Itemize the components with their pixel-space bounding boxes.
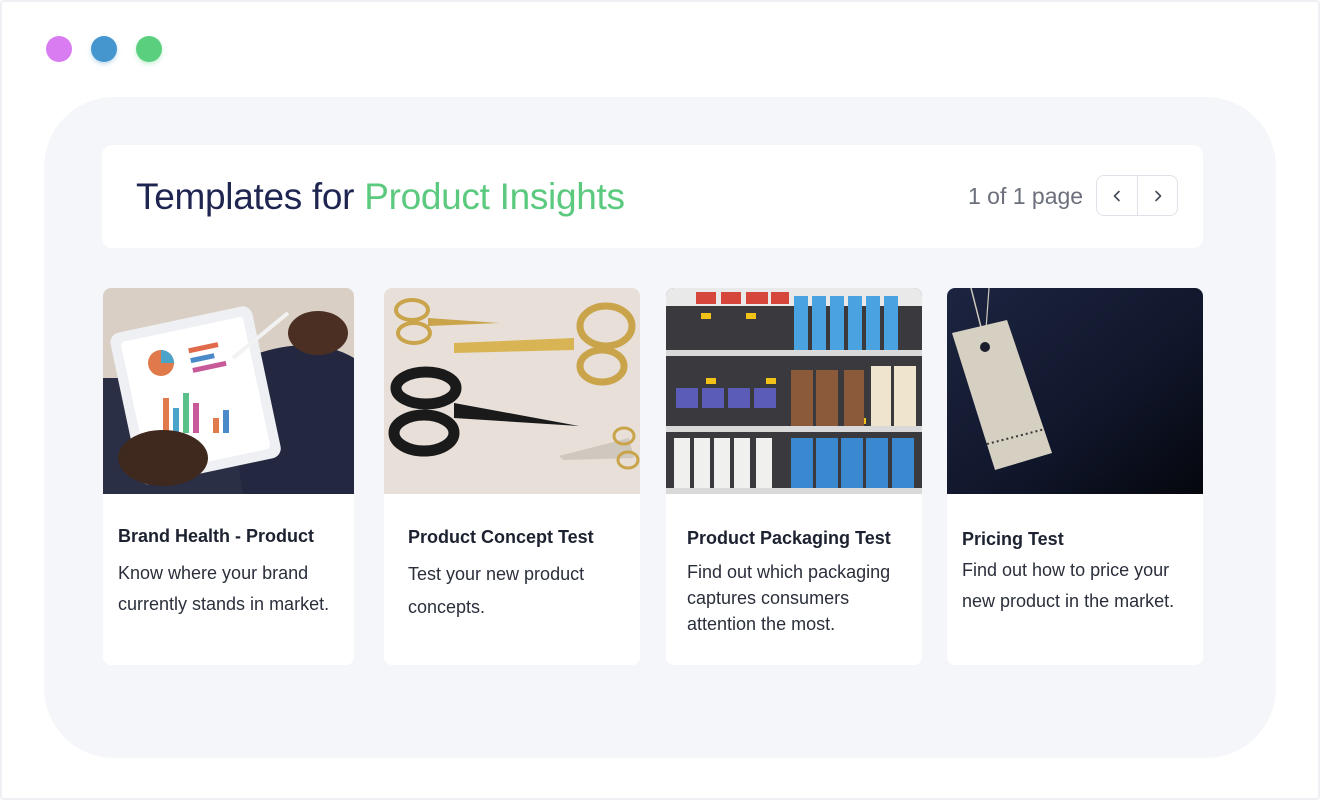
template-card-brand-health[interactable]: Brand Health - Product Know where your b… [103, 288, 354, 665]
title-prefix: Templates for [136, 176, 355, 217]
window-minimize-dot[interactable] [91, 36, 117, 62]
card-title: Product Packaging Test [687, 528, 891, 548]
card-title: Pricing Test [962, 529, 1064, 549]
template-card-product-packaging[interactable]: Product Packaging Test Find out which pa… [666, 288, 922, 665]
card-description: Know where your brand currently stands i… [118, 563, 330, 614]
chevron-left-icon [1113, 190, 1120, 201]
templates-panel: Templates for Product Insights 1 of 1 pag… [44, 97, 1276, 758]
price-tag-image [947, 288, 1203, 494]
pagination-control [1096, 175, 1178, 216]
template-card-product-concept[interactable]: Product Concept Test Test your new produ… [384, 288, 640, 665]
card-title: Product Concept Test [408, 527, 594, 547]
scissors-image [384, 288, 640, 494]
next-page-button[interactable] [1137, 176, 1177, 215]
previous-page-button[interactable] [1097, 176, 1137, 215]
card-description: Find out how to price your new product i… [962, 560, 1175, 611]
card-description: Test your new product concepts. [408, 564, 585, 617]
page-title: Templates for Product Insights [136, 175, 625, 219]
tablet-charts-image [103, 288, 354, 494]
template-card-pricing[interactable]: Pricing Test Find out how to price your … [947, 288, 1203, 665]
page-indicator: 1 of 1 page [968, 183, 1084, 209]
store-shelf-image [666, 288, 922, 494]
card-description: Find out which packaging captures consum… [687, 562, 891, 634]
templates-header: Templates for Product Insights 1 of 1 pag… [102, 145, 1203, 248]
title-highlight: Product Insights [364, 176, 625, 217]
window-maximize-dot[interactable] [136, 36, 162, 62]
card-title: Brand Health - Product [118, 526, 315, 546]
window-close-dot[interactable] [46, 36, 72, 62]
chevron-right-icon [1154, 190, 1161, 201]
